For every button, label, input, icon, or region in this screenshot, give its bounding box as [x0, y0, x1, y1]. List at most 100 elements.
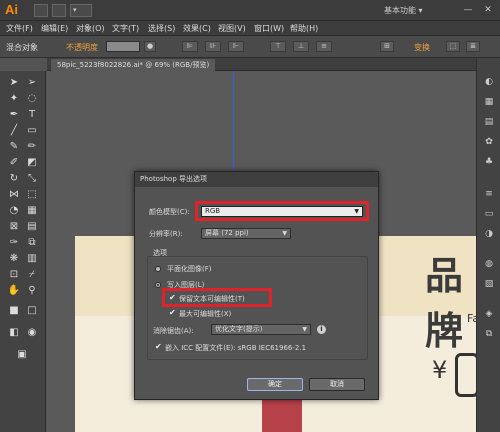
direct-selection-tool-icon[interactable]: ➢ [24, 76, 40, 90]
transparency-panel-icon[interactable]: ◑ [483, 228, 495, 240]
panel-menu-button[interactable]: ≣ [466, 41, 480, 52]
cancel-button[interactable]: 取消 [309, 378, 365, 391]
grid-button[interactable]: ⊞ [380, 41, 394, 52]
bridge-button[interactable] [34, 4, 48, 17]
eraser-tool-icon[interactable]: ◩ [24, 156, 40, 170]
color-panel-icon[interactable]: ◐ [483, 76, 495, 88]
fill-color-icon[interactable]: ■ [6, 304, 22, 318]
gradient-tool-icon[interactable]: ▤ [24, 220, 40, 234]
swatches-panel-icon[interactable]: ▤ [483, 116, 495, 128]
menu-object[interactable]: 对象(O) [76, 23, 105, 34]
line-tool-icon[interactable]: ╱ [6, 124, 22, 138]
shape-builder-tool-icon[interactable]: ◔ [6, 204, 22, 218]
blob-brush-tool-icon[interactable]: ✐ [6, 156, 22, 170]
resolution-value: 屏幕 (72 ppi) [205, 229, 249, 237]
stroke-panel-icon[interactable]: ≡ [483, 188, 495, 200]
menu-select[interactable]: 选择(S) [148, 23, 175, 34]
menu-edit[interactable]: 编辑(E) [41, 23, 68, 34]
isolate-button[interactable]: ⬚ [446, 41, 460, 52]
selection-tool-icon[interactable]: ➤ [6, 76, 22, 90]
zoom-tool-icon[interactable]: ⚲ [24, 284, 40, 298]
artboards-panel-icon[interactable]: ⧉ [483, 328, 495, 340]
highlight-box-preserve-text [162, 288, 272, 307]
free-transform-tool-icon[interactable]: ⬚ [24, 188, 40, 202]
align-middle-button[interactable]: ⊥ [293, 41, 309, 52]
scale-tool-icon[interactable]: ⤡ [24, 172, 40, 186]
pencil-tool-icon[interactable]: ✏ [24, 140, 40, 154]
ok-button[interactable]: 确定 [247, 378, 303, 391]
align-left-button[interactable]: ⊫ [182, 41, 198, 52]
chevron-down-icon: ▼ [302, 326, 307, 333]
artboard-tool-icon[interactable]: ⊡ [6, 268, 22, 282]
arrange-caret-icon: ▾ [73, 6, 77, 14]
slice-tool-icon[interactable]: ⌿ [24, 268, 40, 282]
pen-tool-icon[interactable]: ✒ [6, 108, 22, 122]
graphic-styles-panel-icon[interactable]: ▧ [483, 278, 495, 290]
embed-icc-checkbox[interactable]: ✔ [155, 343, 162, 351]
flat-image-label: 平面化图像(F) [167, 265, 212, 273]
stock-button[interactable] [52, 4, 66, 17]
workspace-switcher[interactable]: 基本功能 ▾ [384, 5, 423, 16]
antialias-select[interactable]: 优化文字(提示) ▼ [211, 324, 311, 335]
artwork-digit-shape [455, 353, 476, 397]
selection-type-label: 混合对象 [6, 43, 38, 52]
menu-effect[interactable]: 效果(C) [183, 23, 211, 34]
distribute-button[interactable]: ≡ [316, 41, 332, 52]
write-layers-radio[interactable] [155, 282, 161, 288]
resolution-select[interactable]: 屏幕 (72 ppi) ▼ [201, 228, 291, 239]
transform-link[interactable]: 变换 [414, 42, 430, 53]
align-top-button[interactable]: ⊤ [270, 41, 286, 52]
flat-image-radio[interactable] [155, 266, 161, 272]
antialias-value: 优化文字(提示) [215, 325, 263, 333]
brush-tool-icon[interactable]: ✎ [6, 140, 22, 154]
symbol-sprayer-tool-icon[interactable]: ❋ [6, 252, 22, 266]
blend-tool-icon[interactable]: ⧉ [24, 236, 40, 250]
layers-panel-icon[interactable]: ◈ [483, 308, 495, 320]
hand-tool-icon[interactable]: ✋ [6, 284, 22, 298]
magic-wand-tool-icon[interactable]: ✦ [6, 92, 22, 106]
highlight-box-color-model [195, 201, 369, 221]
control-bar: 混合对象 不透明度 ● ⊫ ⊪ ⊩ ⊤ ⊥ ≡ ⊞ 变换 ⬚ ≣ [0, 36, 500, 58]
align-right-button[interactable]: ⊩ [228, 41, 244, 52]
eyedropper-tool-icon[interactable]: ✑ [6, 236, 22, 250]
width-tool-icon[interactable]: ⋈ [6, 188, 22, 202]
opacity-swatch[interactable] [106, 41, 140, 52]
opacity-label[interactable]: 不透明度 [66, 42, 98, 53]
antialias-label: 消除锯齿(A): [153, 327, 194, 335]
arrange-documents-button[interactable]: ▾ [70, 4, 92, 17]
perspective-grid-tool-icon[interactable]: ▦ [24, 204, 40, 218]
appearance-panel-icon[interactable]: ◍ [483, 258, 495, 270]
close-button[interactable]: ✕ [482, 4, 494, 16]
menu-help[interactable]: 帮助(H) [290, 23, 318, 34]
color-mode-icon[interactable]: ◧ [6, 326, 22, 340]
document-tab[interactable]: 58pic_5223f8022826.ai* @ 69% (RGB/预览) [51, 59, 216, 71]
menu-type[interactable]: 文字(T) [112, 23, 139, 34]
gradient-panel-icon[interactable]: ▭ [483, 208, 495, 220]
artwork-brand-text: 品牌 [425, 253, 464, 353]
type-tool-icon[interactable]: T [24, 108, 40, 122]
align-center-button[interactable]: ⊪ [205, 41, 221, 52]
resolution-label: 分辨率(R): [149, 230, 183, 238]
minimize-button[interactable]: — [462, 4, 474, 16]
artwork-yen-text: ¥ [432, 356, 448, 384]
info-icon[interactable]: i [317, 325, 326, 334]
menu-bar: 文件(F) 编辑(E) 对象(O) 文字(T) 选择(S) 效果(C) 视图(V… [0, 21, 500, 36]
menu-window[interactable]: 窗口(W) [254, 23, 284, 34]
brushes-panel-icon[interactable]: ✿ [483, 136, 495, 148]
app-logo: Ai [5, 2, 18, 17]
graph-tool-icon[interactable]: ▥ [24, 252, 40, 266]
lasso-tool-icon[interactable]: ◌ [24, 92, 40, 106]
rotate-tool-icon[interactable]: ↻ [6, 172, 22, 186]
mesh-tool-icon[interactable]: ⊠ [6, 220, 22, 234]
stroke-color-icon[interactable]: □ [24, 304, 40, 318]
tools-panel: ➤ ➢ ✦ ◌ ✒ T ╱ ▭ ✎ ✏ ✐ ◩ ↻ ⤡ ⋈ ⬚ ◔ ▦ ⊠ ▤ … [0, 71, 46, 432]
style-picker[interactable]: ● [144, 41, 156, 52]
menu-file[interactable]: 文件(F) [6, 23, 33, 34]
draw-mode-icon[interactable]: ◉ [24, 326, 40, 340]
max-editability-checkbox[interactable]: ✔ [169, 309, 176, 317]
screen-mode-icon[interactable]: ▣ [14, 348, 30, 362]
color-guide-icon[interactable]: ▦ [483, 96, 495, 108]
rectangle-tool-icon[interactable]: ▭ [24, 124, 40, 138]
menu-view[interactable]: 视图(V) [218, 23, 246, 34]
symbols-panel-icon[interactable]: ♣ [483, 156, 495, 168]
